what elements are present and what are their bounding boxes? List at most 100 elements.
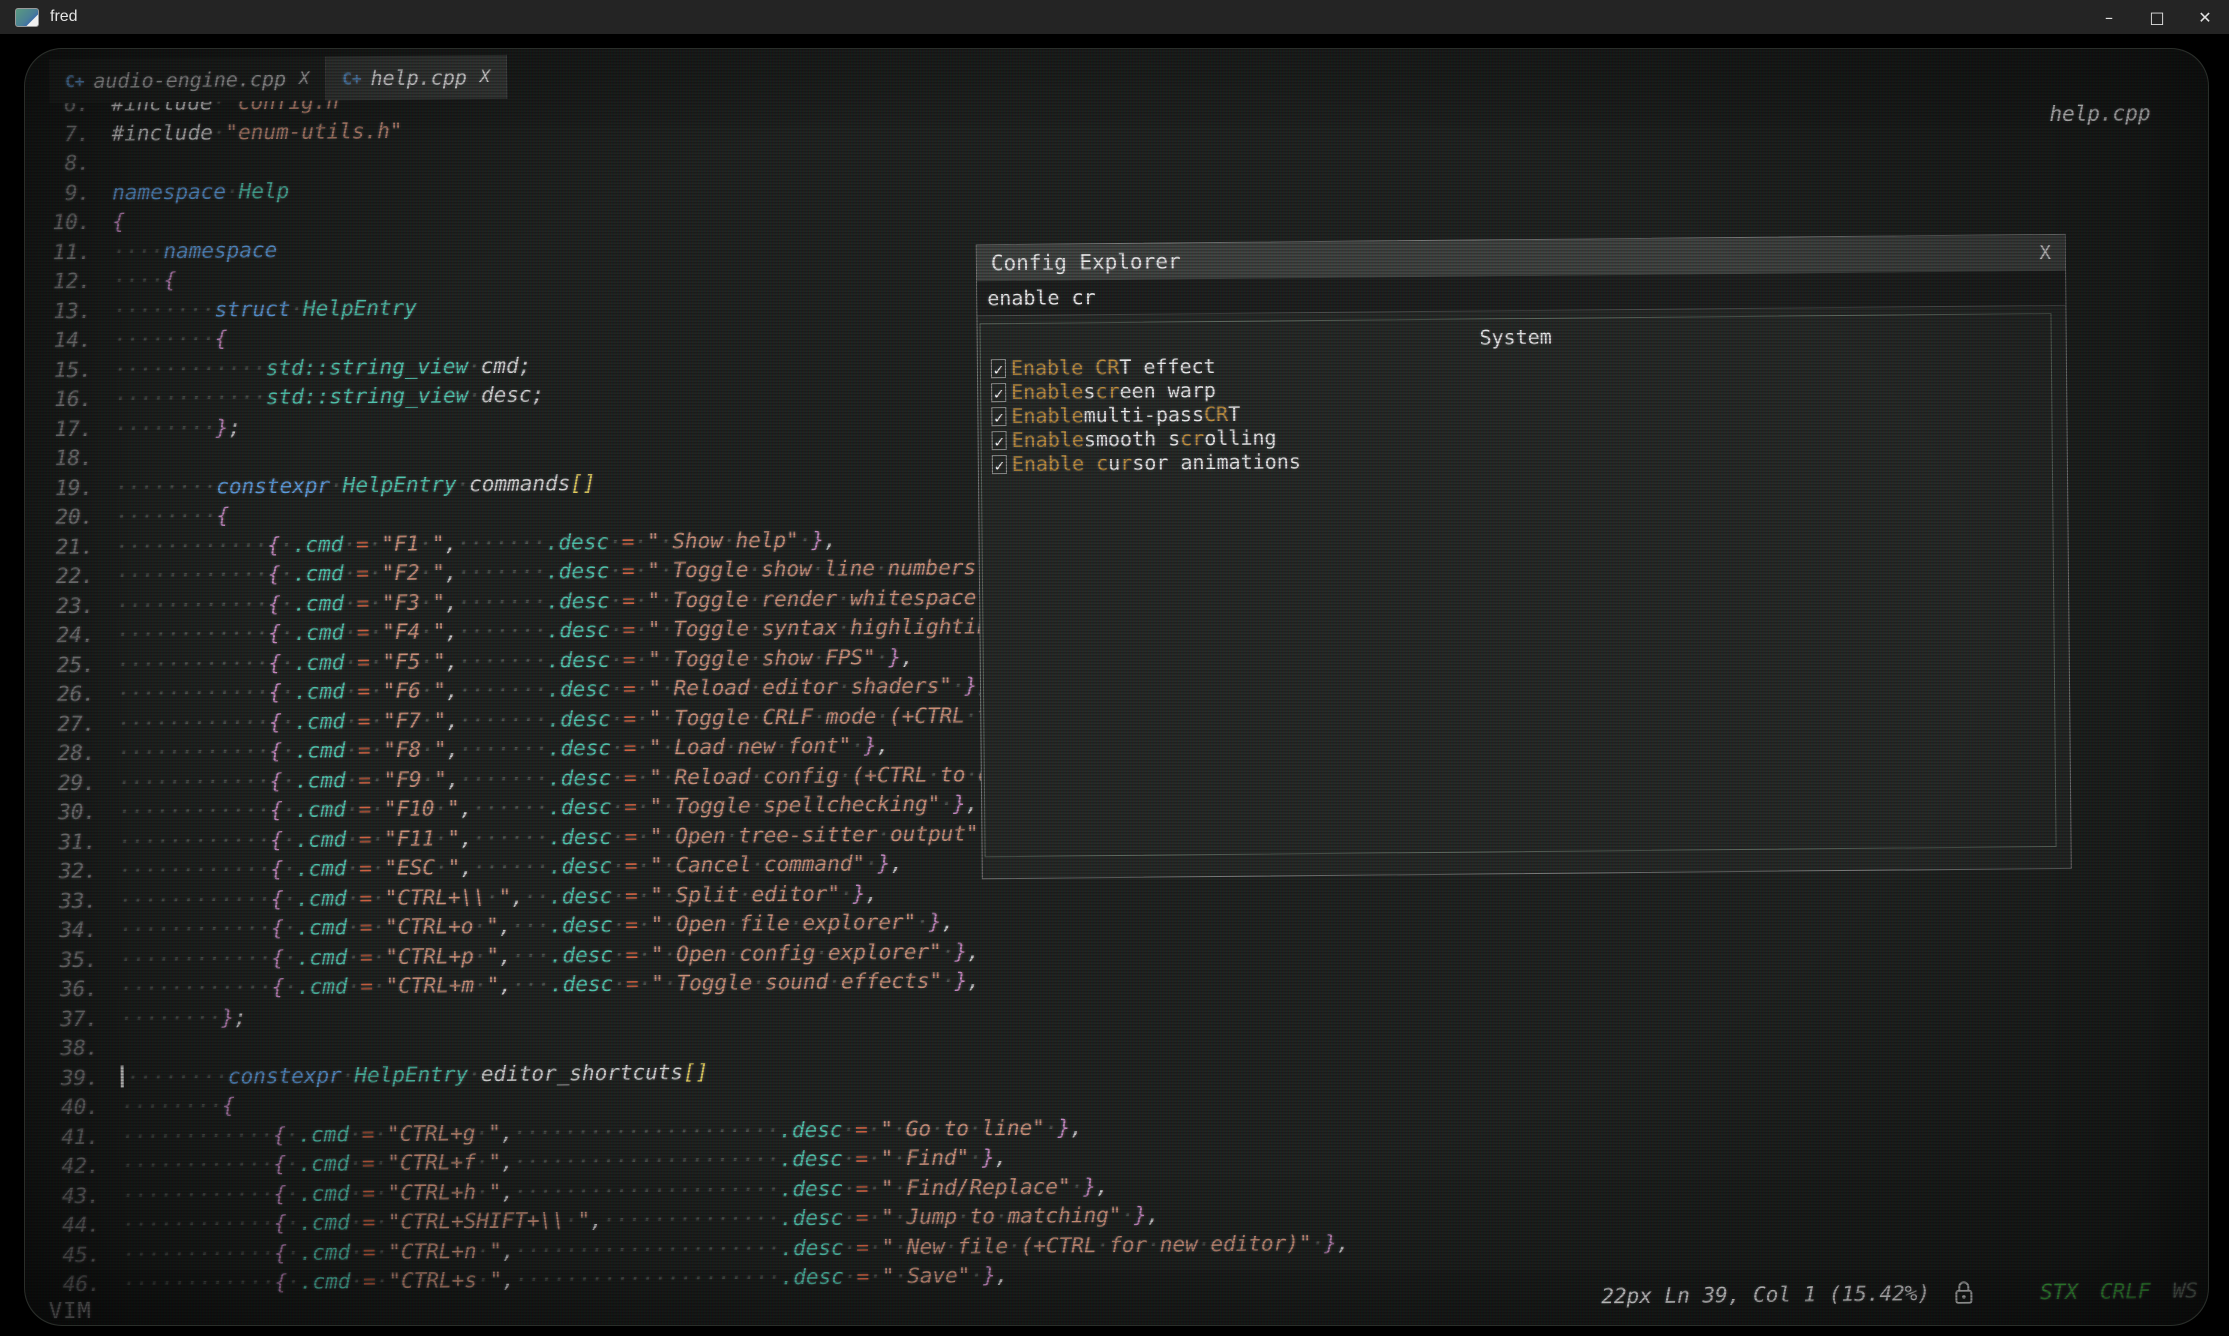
line-number: 41. [41,1122,99,1152]
line-number: 9. [32,178,90,208]
option-text: multi-pass [1084,402,1205,427]
editor-content: 6.#include·"config.h"7.#include·"enum-ut… [24,48,2209,1326]
maximize-button[interactable]: □ [2133,0,2181,34]
line-content: ········constexpr·HelpEntry·editor_short… [121,1057,709,1092]
app-icon [15,8,39,27]
line-content: { [112,207,125,237]
match-highlight: r [1120,451,1132,475]
file-flags: STX CRLF WS [2040,1279,2198,1305]
tab-audio-engine.cpp[interactable]: C+ audio-engine.cpp X [49,57,327,104]
line-number: 39. [41,1063,99,1093]
line-number: 16. [34,385,92,415]
close-button[interactable]: ✕ [2181,0,2229,34]
line-content: ············std::string_view·cmd; [114,351,532,385]
option-text: u [1108,451,1120,475]
tab-label: help.cpp [370,65,467,90]
flag-STX: STX [2040,1280,2078,1304]
option-text: een warp [1119,378,1216,403]
line-number: 23. [36,591,94,621]
line-number: 28. [37,739,95,769]
line-number: 33. [39,886,97,916]
line-number: 22. [36,562,94,592]
cpp-file-icon: C+ [342,69,361,88]
line-content: ····namespace [113,236,278,267]
option-text: olling [1204,425,1276,450]
checkbox-icon[interactable]: ✓ [992,431,1007,450]
match-highlight: Enable CR [1011,355,1120,380]
line-number: 31. [38,827,96,857]
line-number: 29. [38,768,96,798]
line-number: 13. [33,296,91,326]
vim-mode-indicator: VIM [49,1298,92,1323]
line-content: ········}; [120,1003,247,1034]
match-highlight: CR [1204,402,1228,426]
line-number: 35. [39,945,97,975]
filename-overlay: help.cpp [2049,101,2150,126]
line-number: 44. [42,1211,100,1241]
tab-label: audio-engine.cpp [93,67,286,93]
line-content: ········{ [113,325,227,356]
line-content: ········constexpr·HelpEntry·commands[] [115,468,596,502]
checkbox-icon[interactable]: ✓ [991,383,1006,402]
match-highlight: cr [1095,379,1119,403]
line-number: 19. [35,473,93,503]
line-content: ········}; [114,413,241,444]
match-highlight: Enable [1011,379,1083,404]
line-number: 14. [33,326,91,356]
option-text: T [1228,402,1240,426]
config-items: ✓Enable CRT effect✓Enable screen warp✓En… [981,346,2052,476]
popup-title: Config Explorer [991,249,1181,275]
flag-WS: WS [2172,1279,2198,1303]
popup-close-icon[interactable]: X [2039,242,2051,264]
config-list-panel: System ✓Enable CRT effect✓Enable screen … [980,313,2057,857]
editor-screen: 6.#include·"config.h"7.#include·"enum-ut… [24,48,2209,1326]
cursor-position-text: 22px Ln 39, Col 1 (15.42%) [1601,1281,1930,1308]
match-highlight: cr [1180,426,1204,450]
line-number: 26. [37,680,95,710]
lock-icon [1954,1280,1974,1306]
match-highlight: Enable [1011,403,1083,428]
line-number: 8. [32,149,90,179]
line-number: 32. [39,857,97,887]
line-number: 18. [35,444,93,474]
line-number: 45. [42,1240,100,1270]
option-text: smooth s [1084,426,1181,451]
text-cursor [121,1065,124,1087]
line-number: 30. [38,798,96,828]
line-content: ········struct·HelpEntry [113,293,417,325]
line-number: 17. [34,414,92,444]
line-content: ········{ [121,1091,235,1122]
tab-bar: C+ audio-engine.cpp X C+ help.cpp X [49,55,507,103]
line-content: ····{ [113,266,177,296]
line-number: 20. [35,503,93,533]
line-number: 27. [37,709,95,739]
checkbox-icon[interactable]: ✓ [992,455,1007,474]
window-controls: –□✕ [2085,0,2229,34]
line-number: 21. [35,532,93,562]
line-number: 25. [37,650,95,680]
tab-close-icon[interactable]: X [299,69,309,89]
cpp-file-icon: C+ [65,71,84,90]
line-number: 34. [39,916,97,946]
tab-close-icon[interactable]: X [480,67,490,87]
line-number: 37. [40,1004,98,1034]
line-number: 42. [41,1152,99,1182]
line-content: ············std::string_view·desc; [114,380,544,414]
option-text: T effect [1119,354,1216,379]
line-number: 43. [42,1181,100,1211]
match-highlight: Enable [1012,427,1084,452]
checkbox-icon[interactable]: ✓ [991,407,1006,426]
window-titlebar: fred –□✕ [0,0,2229,34]
tab-help.cpp[interactable]: C+ help.cpp X [326,55,507,101]
line-number: 12. [33,267,91,297]
line-number: 7. [32,119,90,149]
minimize-button[interactable]: – [2085,0,2133,34]
line-number: 15. [34,355,92,385]
line-number: 10. [32,208,90,238]
checkbox-icon[interactable]: ✓ [991,359,1006,378]
crt-screen: 6.#include·"config.h"7.#include·"enum-ut… [0,34,2229,1336]
line-number: 11. [33,237,91,267]
flag-CRLF: CRLF [2100,1279,2151,1303]
line-number: 40. [41,1093,99,1123]
window-title: fred [50,8,78,26]
